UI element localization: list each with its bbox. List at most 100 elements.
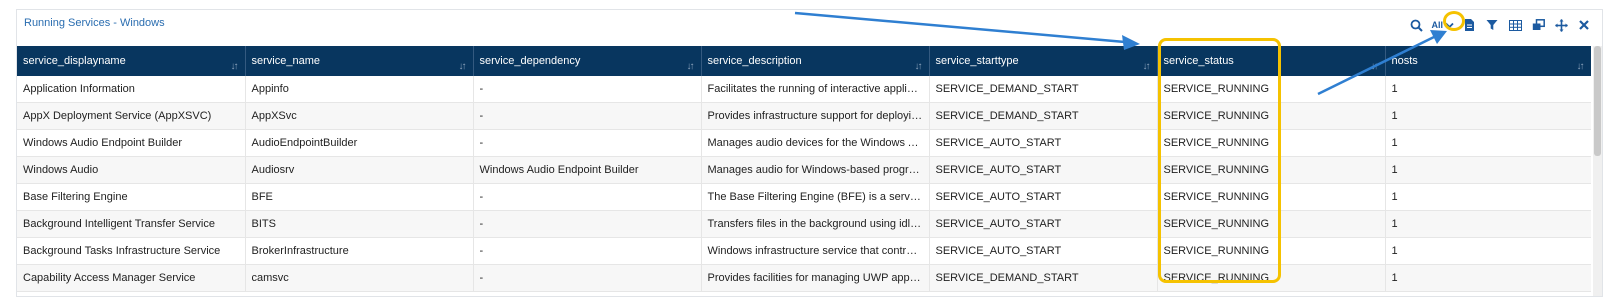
document-icon[interactable] — [1461, 16, 1477, 34]
panel-toolbar: All — [1408, 15, 1592, 35]
scrollbar-thumb[interactable] — [1594, 46, 1601, 156]
services-table: service_displayname ↓↑ service_name ↓↑ servi… — [17, 46, 1591, 292]
table-row[interactable]: Background Tasks Infrastructure Service B… — [17, 237, 1591, 265]
cell-service-name: AudioEndpointBuilder — [245, 129, 474, 157]
filter-icon[interactable] — [1484, 16, 1500, 34]
cell-service-dependency: - — [473, 210, 702, 238]
column-header-label: service_status — [1163, 55, 1234, 67]
column-header-label: service_starttype — [935, 55, 1019, 67]
cell-service-name: AppXSvc — [245, 102, 474, 130]
cell-service-status: SERVICE_RUNNING — [1157, 264, 1386, 292]
cell-service-starttype: SERVICE_AUTO_START — [929, 129, 1158, 157]
cell-service-name: Appinfo — [245, 76, 474, 103]
cell-service-status: SERVICE_RUNNING — [1157, 129, 1386, 157]
window-icon[interactable] — [1530, 16, 1546, 34]
vertical-scrollbar[interactable] — [1593, 46, 1602, 296]
cell-service-starttype: SERVICE_AUTO_START — [929, 210, 1158, 238]
cell-service-name: camsvc — [245, 264, 474, 292]
cell-service-description: Provides infrastructure support for depl… — [701, 102, 930, 130]
cell-service-name: BITS — [245, 210, 474, 238]
cell-service-starttype: SERVICE_DEMAND_START — [929, 264, 1158, 292]
table-header-row: service_displayname ↓↑ service_name ↓↑ servi… — [17, 46, 1591, 76]
sort-icon[interactable]: ↓↑ — [687, 61, 695, 72]
panel-header: Running Services - Windows All — [17, 10, 1602, 38]
column-header-hosts[interactable]: hosts ↓↑ — [1385, 46, 1591, 76]
cell-service-status: SERVICE_RUNNING — [1157, 183, 1386, 211]
cell-service-description: Provides facilities for managing UWP app… — [701, 264, 930, 292]
cell-service-dependency: - — [473, 102, 702, 130]
time-range-dropdown[interactable]: All — [1431, 16, 1454, 34]
table-row[interactable]: Windows Audio Endpoint Builder AudioEndpo… — [17, 129, 1591, 157]
cell-service-description: Windows infrastructure service that cont… — [701, 237, 930, 265]
move-icon[interactable] — [1553, 16, 1569, 34]
column-header-service-description[interactable]: service_description ↓↑ — [701, 46, 930, 76]
cell-hosts: 1 — [1385, 210, 1591, 238]
cell-service-displayname: Background Intelligent Transfer Service — [17, 210, 246, 238]
cell-service-status: SERVICE_RUNNING — [1157, 76, 1386, 103]
time-range-label: All — [1431, 20, 1443, 30]
sort-icon[interactable]: ↓↑ — [915, 61, 923, 72]
cell-service-starttype: SERVICE_AUTO_START — [929, 237, 1158, 265]
sort-icon[interactable]: ↓↑ — [231, 61, 239, 72]
cell-service-dependency: - — [473, 237, 702, 265]
table-row[interactable]: Windows Audio Audiosrv Windows Audio Endpo… — [17, 156, 1591, 184]
cell-service-description: Manages audio for Windows-based programs… — [701, 156, 930, 184]
running-services-panel: Running Services - Windows All service_d… — [16, 9, 1603, 297]
table-body: Application Information Appinfo - Facilitat… — [17, 76, 1591, 292]
sort-icon[interactable]: ↓↑ — [1371, 61, 1379, 72]
cell-service-starttype: SERVICE_AUTO_START — [929, 156, 1158, 184]
sort-icon[interactable]: ↓↑ — [1577, 61, 1585, 72]
cell-service-displayname: Background Tasks Infrastructure Service — [17, 237, 246, 265]
cell-service-dependency: Windows Audio Endpoint Builder — [473, 156, 702, 184]
table-row[interactable]: Background Intelligent Transfer Service B… — [17, 210, 1591, 238]
cell-service-name: BFE — [245, 183, 474, 211]
cell-service-dependency: - — [473, 183, 702, 211]
close-icon[interactable] — [1576, 16, 1592, 34]
cell-hosts: 1 — [1385, 102, 1591, 130]
cell-service-description: Facilitates the running of interactive a… — [701, 76, 930, 103]
table-row[interactable]: Application Information Appinfo - Facilitat… — [17, 76, 1591, 103]
table-row[interactable]: Base Filtering Engine BFE - The Base Filter… — [17, 183, 1591, 211]
cell-service-description: Transfers files in the background using … — [701, 210, 930, 238]
cell-service-displayname: Windows Audio — [17, 156, 246, 184]
cell-hosts: 1 — [1385, 76, 1591, 103]
cell-service-dependency: - — [473, 129, 702, 157]
cell-service-name: Audiosrv — [245, 156, 474, 184]
cell-service-name: BrokerInfrastructure — [245, 237, 474, 265]
cell-hosts: 1 — [1385, 264, 1591, 292]
cell-service-displayname: Capability Access Manager Service — [17, 264, 246, 292]
cell-hosts: 1 — [1385, 183, 1591, 211]
cell-service-displayname: Windows Audio Endpoint Builder — [17, 129, 246, 157]
column-header-service-dependency[interactable]: service_dependency ↓↑ — [473, 46, 702, 76]
cell-service-dependency: - — [473, 264, 702, 292]
column-header-label: service_name — [251, 55, 320, 67]
cell-service-dependency: - — [473, 76, 702, 103]
cell-service-starttype: SERVICE_DEMAND_START — [929, 102, 1158, 130]
cell-service-starttype: SERVICE_DEMAND_START — [929, 76, 1158, 103]
cell-service-status: SERVICE_RUNNING — [1157, 210, 1386, 238]
table-icon[interactable] — [1507, 16, 1523, 34]
column-header-service-displayname[interactable]: service_displayname ↓↑ — [17, 46, 246, 76]
search-icon[interactable] — [1408, 16, 1424, 34]
column-header-service-starttype[interactable]: service_starttype ↓↑ — [929, 46, 1158, 76]
cell-hosts: 1 — [1385, 156, 1591, 184]
column-header-label: hosts — [1391, 55, 1418, 67]
sort-icon[interactable]: ↓↑ — [1143, 61, 1151, 72]
cell-service-description: Manages audio devices for the Windows Au… — [701, 129, 930, 157]
column-header-label: service_displayname — [23, 55, 126, 67]
panel-title: Running Services - Windows — [24, 17, 165, 29]
cell-hosts: 1 — [1385, 237, 1591, 265]
table-row[interactable]: AppX Deployment Service (AppXSVC) AppXSvc… — [17, 102, 1591, 130]
table-row[interactable]: Capability Access Manager Service camsvc -… — [17, 264, 1591, 292]
cell-service-displayname: Application Information — [17, 76, 246, 103]
cell-service-displayname: AppX Deployment Service (AppXSVC) — [17, 102, 246, 130]
column-header-label: service_dependency — [479, 55, 581, 67]
column-header-service-status[interactable]: service_status ↓↑ — [1157, 46, 1386, 76]
column-header-label: service_description — [707, 55, 802, 67]
services-table-container: service_displayname ↓↑ service_name ↓↑ servi… — [17, 46, 1591, 296]
cell-service-status: SERVICE_RUNNING — [1157, 237, 1386, 265]
sort-icon[interactable]: ↓↑ — [459, 61, 467, 72]
cell-service-status: SERVICE_RUNNING — [1157, 102, 1386, 130]
cell-service-displayname: Base Filtering Engine — [17, 183, 246, 211]
column-header-service-name[interactable]: service_name ↓↑ — [245, 46, 474, 76]
